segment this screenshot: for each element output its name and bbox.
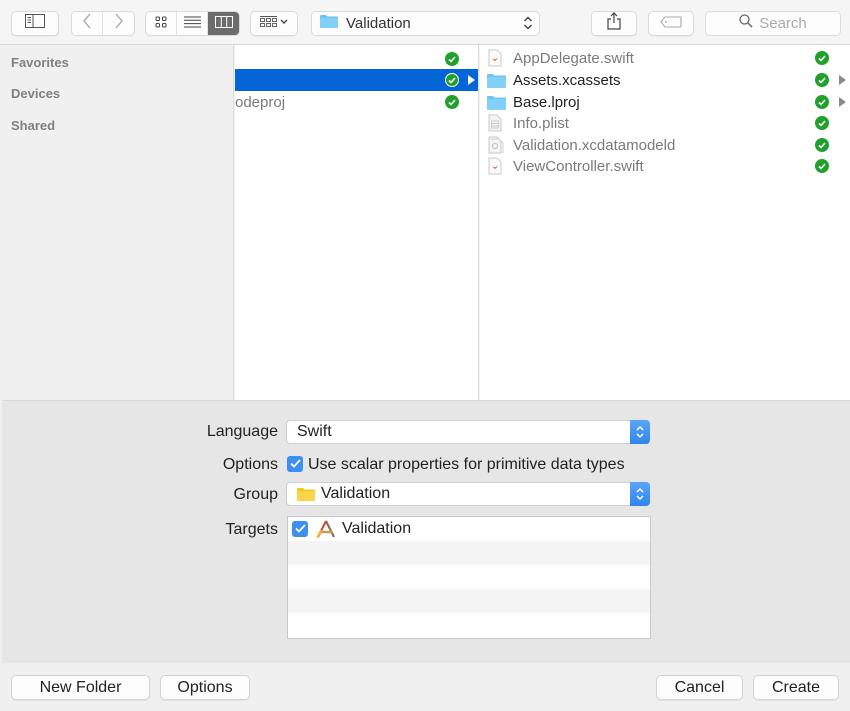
target-checkbox[interactable] [292, 521, 308, 537]
plist-file-icon [488, 114, 502, 136]
language-value: Swift [297, 423, 332, 440]
sidebar-section-shared[interactable]: Shared [11, 118, 55, 133]
target-row-empty [288, 565, 650, 589]
list-item[interactable]: Validation.xcdatamodeld [480, 134, 850, 156]
status-ok-icon [815, 159, 829, 173]
up-down-chevron-icon [630, 420, 650, 444]
up-down-chevron-icon [630, 482, 650, 506]
search-field[interactable]: Search [705, 11, 841, 36]
status-ok-icon [445, 73, 459, 87]
icon-view-button[interactable] [146, 12, 177, 35]
language-popup[interactable]: Swift [286, 420, 650, 444]
disclosure-arrow-icon [468, 75, 475, 85]
browser-column-2: AppDelegate.swift Assets.xcassets Base.l… [480, 45, 850, 400]
navigation-buttons [71, 11, 135, 36]
group-popup[interactable]: Validation [286, 482, 650, 506]
item-label: odeproj [235, 93, 286, 111]
share-button[interactable] [591, 11, 637, 36]
folder-icon [297, 487, 315, 501]
arrange-icon [260, 15, 288, 33]
status-ok-icon [815, 73, 829, 87]
item-label: AppDelegate.swift [513, 49, 634, 67]
location-popup[interactable]: Validation [311, 11, 540, 36]
list-icon [183, 15, 201, 33]
forward-button[interactable] [103, 12, 134, 35]
chevron-left-icon [82, 13, 92, 34]
search-icon [739, 14, 753, 33]
targets-label: Targets [225, 521, 278, 538]
search-placeholder: Search [759, 15, 807, 32]
list-item[interactable]: AppDelegate.swift [480, 47, 850, 69]
group-label: Group [233, 486, 278, 503]
arrange-button[interactable] [250, 11, 298, 36]
target-row-empty [288, 589, 650, 613]
column-view-button[interactable] [208, 12, 239, 35]
disclosure-arrow-icon [839, 97, 846, 107]
list-item[interactable]: odeproj [235, 91, 478, 113]
list-item-selected[interactable] [235, 69, 478, 91]
group-value: Validation [321, 485, 391, 502]
item-label: Info.plist [513, 114, 569, 132]
grid-icon [155, 15, 167, 33]
item-label: Assets.xcassets [513, 71, 621, 89]
sidebar-section-devices[interactable]: Devices [11, 86, 60, 101]
status-ok-icon [815, 51, 829, 65]
target-row[interactable]: Validation [288, 517, 650, 541]
list-view-button[interactable] [177, 12, 208, 35]
status-ok-icon [815, 95, 829, 109]
item-label: Base.lproj [513, 93, 580, 111]
cancel-button[interactable]: Cancel [656, 675, 743, 700]
up-down-chevron-icon [523, 15, 533, 36]
folder-icon [320, 14, 338, 33]
sidebar-section-favorites[interactable]: Favorites [11, 55, 69, 70]
swift-file-icon [488, 157, 502, 179]
folder-icon [487, 73, 506, 92]
list-item[interactable]: Assets.xcassets [480, 69, 850, 91]
scalar-properties-label[interactable]: Use scalar properties for primitive data… [308, 456, 625, 474]
status-ok-icon [815, 116, 829, 130]
share-icon [607, 12, 621, 35]
target-row-empty [288, 541, 650, 565]
options-button[interactable]: Options [160, 675, 250, 700]
list-item[interactable]: Base.lproj [480, 91, 850, 113]
status-ok-icon [445, 95, 459, 109]
item-label: Validation.xcdatamodeld [513, 136, 676, 154]
list-item[interactable] [235, 48, 478, 70]
list-item[interactable]: Info.plist [480, 112, 850, 134]
item-label: ViewController.swift [513, 157, 644, 175]
sidebar-toggle-button[interactable] [11, 11, 59, 36]
tag-icon [660, 15, 682, 33]
tag-button[interactable] [648, 11, 694, 36]
checkmark-icon [289, 455, 301, 473]
disclosure-arrow-icon [839, 75, 846, 85]
location-label: Validation [346, 15, 411, 32]
options-label: Options [222, 456, 278, 473]
status-ok-icon [445, 52, 459, 66]
target-row-empty [288, 613, 650, 637]
back-button[interactable] [72, 12, 103, 35]
status-ok-icon [815, 138, 829, 152]
checkmark-icon [294, 520, 306, 538]
columns-icon [214, 15, 233, 33]
scalar-properties-checkbox[interactable] [287, 456, 303, 472]
view-mode-control [145, 11, 240, 36]
sidebar: Favorites Devices Shared [0, 45, 234, 400]
new-folder-button[interactable]: New Folder [11, 675, 150, 700]
browser-column-1: odeproj [235, 45, 479, 400]
chevron-right-icon [114, 13, 124, 34]
toolbar: Validation Search [0, 0, 850, 45]
targets-list: Validation [287, 516, 651, 639]
list-item[interactable]: ViewController.swift [480, 155, 850, 177]
swift-file-icon [488, 49, 502, 71]
target-label: Validation [342, 520, 412, 537]
sidebar-icon [25, 14, 45, 33]
create-button[interactable]: Create [753, 675, 839, 700]
language-label: Language [206, 423, 278, 440]
